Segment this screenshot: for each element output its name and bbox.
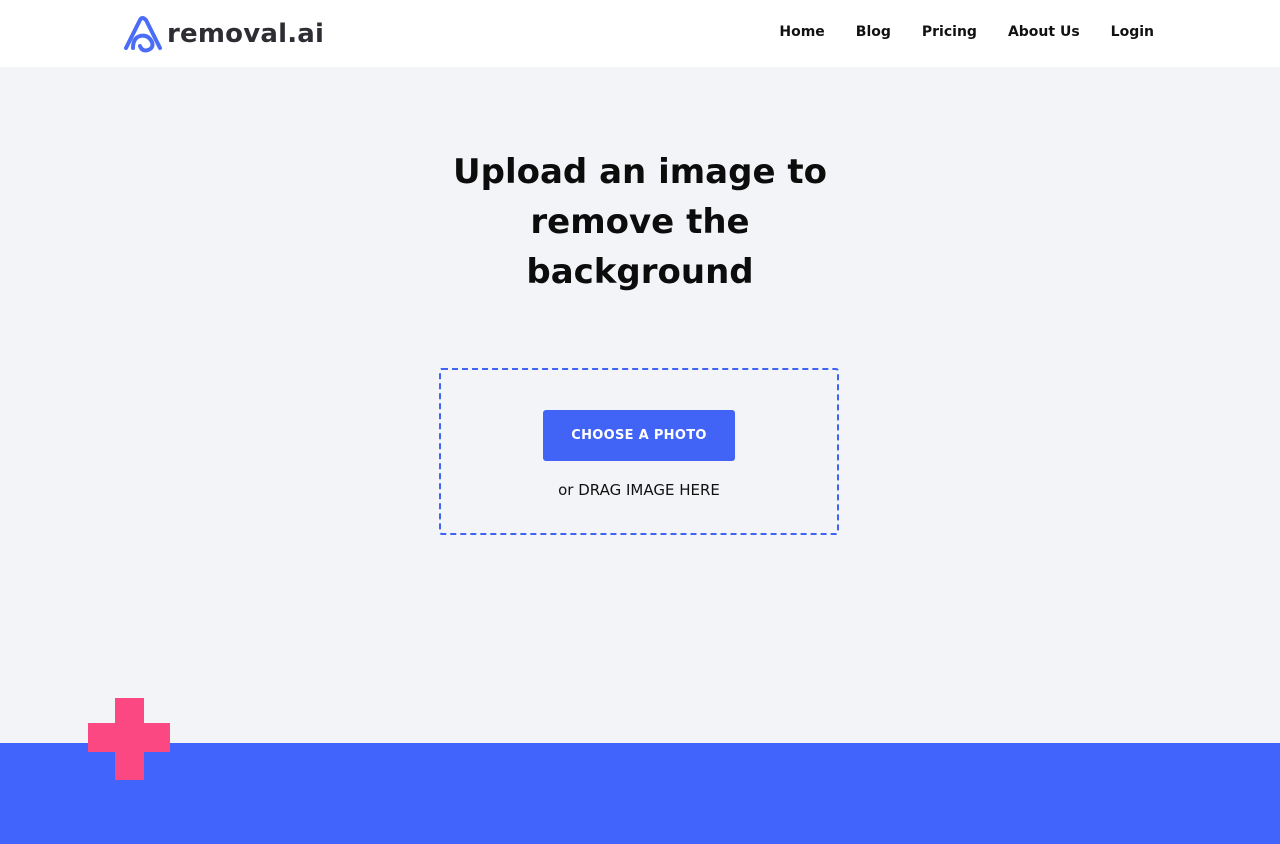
main-nav: Home Blog Pricing About Us Login (779, 22, 1154, 42)
nav-login[interactable]: Login (1111, 22, 1154, 42)
page-title-line-2: remove the (530, 202, 750, 242)
plus-horizontal-bar (88, 723, 170, 752)
nav-blog[interactable]: Blog (856, 22, 891, 42)
page-title-line-3: background (526, 252, 754, 292)
page-title: Upload an image to remove the background (440, 147, 840, 297)
plus-decoration-icon (88, 698, 170, 780)
footer-band (0, 743, 1280, 844)
nav-about-us[interactable]: About Us (1008, 22, 1080, 42)
page-title-line-1: Upload an image to (453, 152, 827, 192)
image-dropzone[interactable]: CHOOSE A PHOTO or DRAG IMAGE HERE (439, 368, 839, 535)
nav-pricing[interactable]: Pricing (922, 22, 977, 42)
nav-home[interactable]: Home (779, 22, 824, 42)
brand-logo[interactable]: removal.ai (122, 12, 324, 56)
removal-ai-logo-icon (124, 16, 162, 53)
site-header: removal.ai Home Blog Pricing About Us Lo… (0, 0, 1280, 67)
brand-name: removal.ai (167, 19, 325, 49)
choose-photo-button[interactable]: CHOOSE A PHOTO (543, 410, 735, 461)
drag-image-hint: or DRAG IMAGE HERE (558, 481, 720, 499)
